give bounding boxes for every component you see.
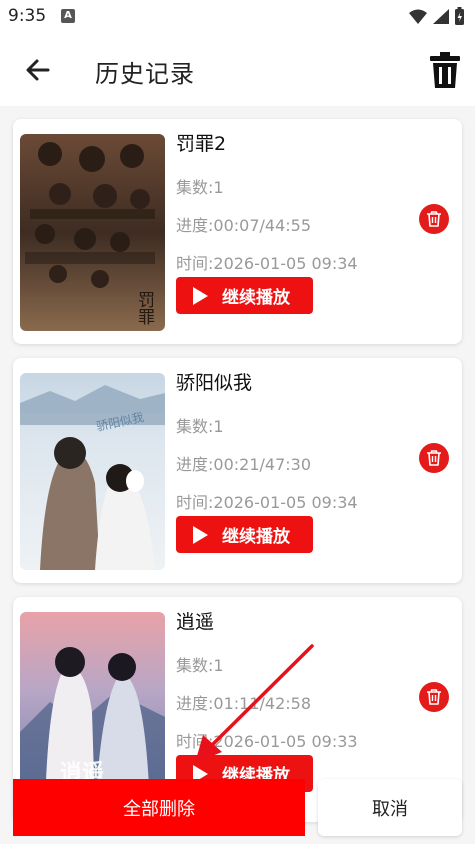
trash-icon (427, 450, 441, 466)
poster-image[interactable]: 骄阳似我 (20, 373, 165, 570)
item-episodes: 集数:1 (176, 178, 224, 197)
trash-icon (430, 52, 460, 88)
item-episodes: 集数:1 (176, 656, 224, 675)
item-progress: 进度:00:07/44:55 (176, 216, 312, 235)
item-progress: 进度:00:21/47:30 (176, 455, 312, 474)
delete-all-button[interactable]: 全部删除 (13, 779, 305, 836)
history-item[interactable]: 骄阳似我 骄阳似我 集数:1 进度:00:21/47:30 时间:2026-01… (13, 358, 462, 583)
wifi-icon (409, 9, 427, 24)
battery-icon (455, 7, 464, 25)
play-label: 继续播放 (222, 288, 290, 308)
status-bar: 9:35 A (0, 0, 475, 34)
history-info: 骄阳似我 集数:1 进度:00:21/47:30 时间:2026-01-05 0… (176, 368, 406, 522)
signal-icon (433, 9, 449, 24)
back-button[interactable] (20, 52, 56, 88)
cancel-button[interactable]: 取消 (318, 779, 462, 836)
history-info: 逍遥 集数:1 进度:01:11/42:58 时间:2026-01-05 09:… (176, 607, 406, 761)
play-label: 继续播放 (222, 527, 290, 547)
poster-caption: 罚罪 (134, 291, 154, 325)
notification-icon: A (61, 9, 75, 23)
page-title: 历史记录 (95, 60, 195, 88)
item-title: 逍遥 (176, 611, 215, 633)
item-title: 骄阳似我 (176, 372, 253, 394)
play-icon (193, 286, 208, 305)
status-icons (407, 7, 467, 27)
delete-item-button[interactable] (419, 443, 449, 473)
trash-icon (427, 211, 441, 227)
item-episodes: 集数:1 (176, 417, 224, 436)
continue-play-button[interactable]: 继续播放 (176, 277, 313, 314)
app-bar: 历史记录 (0, 34, 475, 106)
delete-item-button[interactable] (419, 682, 449, 712)
history-item[interactable]: 罚罪 罚罪2 集数:1 进度:00:07/44:55 时间:2026-01-05… (13, 119, 462, 344)
item-title: 罚罪2 (176, 133, 227, 155)
status-time: 9:35 (8, 6, 47, 26)
item-progress: 进度:01:11/42:58 (176, 694, 312, 713)
delete-item-button[interactable] (419, 204, 449, 234)
bottom-action-bar: 全部删除 取消 (0, 768, 475, 844)
continue-play-button[interactable]: 继续播放 (176, 516, 313, 553)
trash-icon (427, 689, 441, 705)
clear-history-button[interactable] (427, 50, 463, 90)
arrow-left-icon (26, 59, 50, 81)
play-icon (193, 525, 208, 544)
history-info: 罚罪2 集数:1 进度:00:07/44:55 时间:2026-01-05 09… (176, 129, 406, 283)
poster-image[interactable]: 罚罪 (20, 134, 165, 331)
